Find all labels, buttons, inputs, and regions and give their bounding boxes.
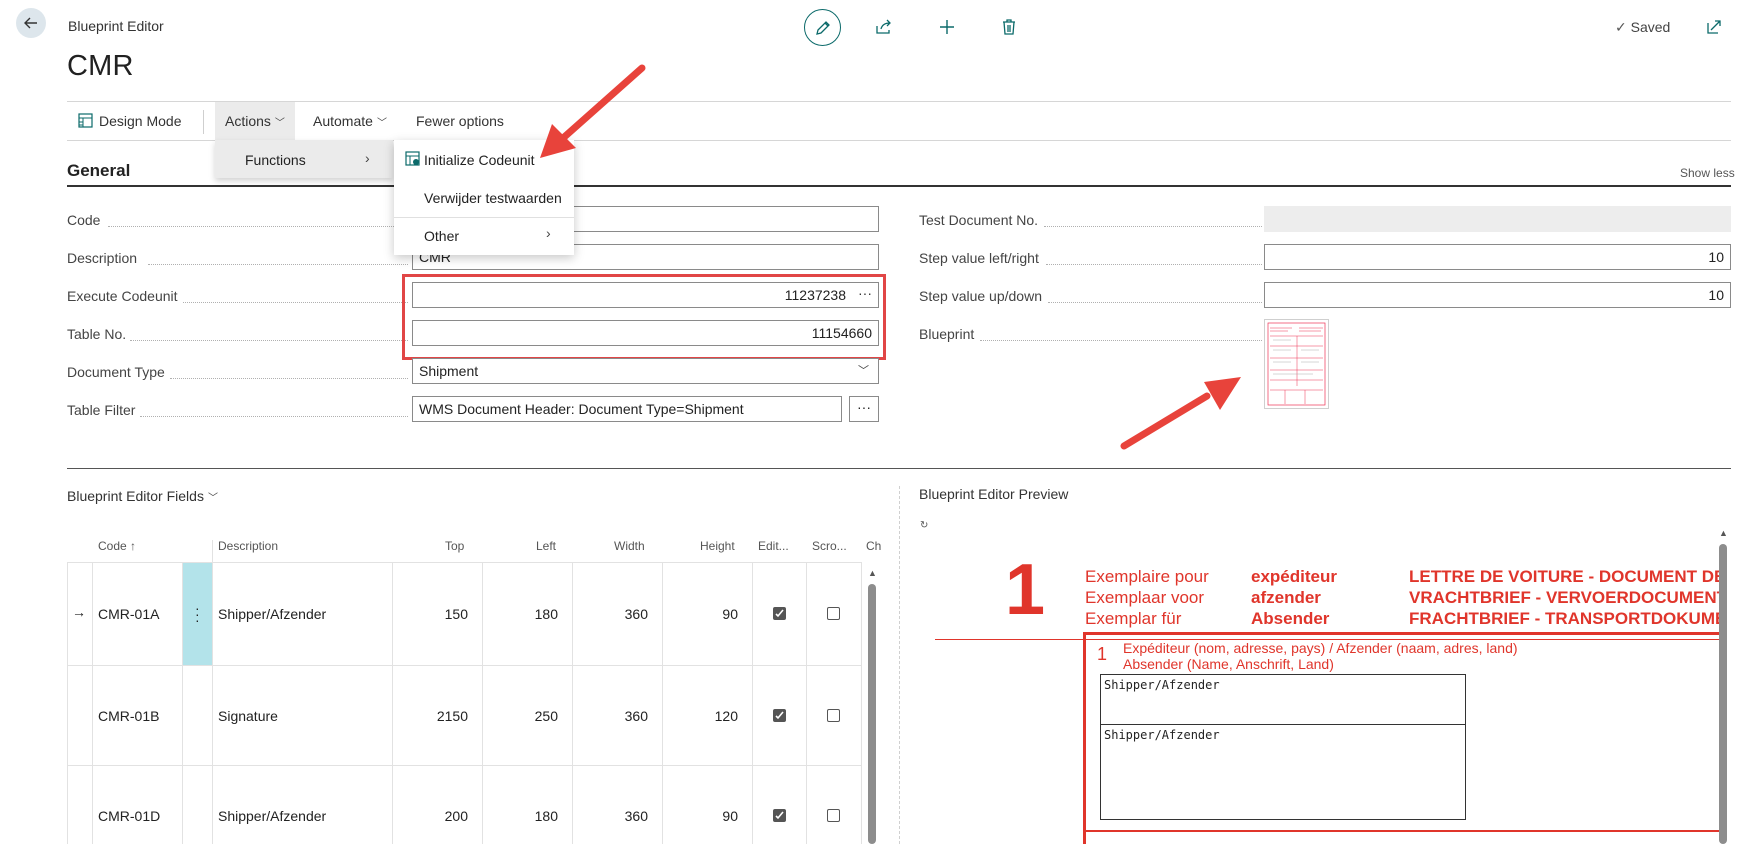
annotation-arrows xyxy=(540,64,1241,450)
annotation-arrow-menu xyxy=(540,64,646,158)
annotation-arrow-blueprint xyxy=(1120,377,1241,450)
